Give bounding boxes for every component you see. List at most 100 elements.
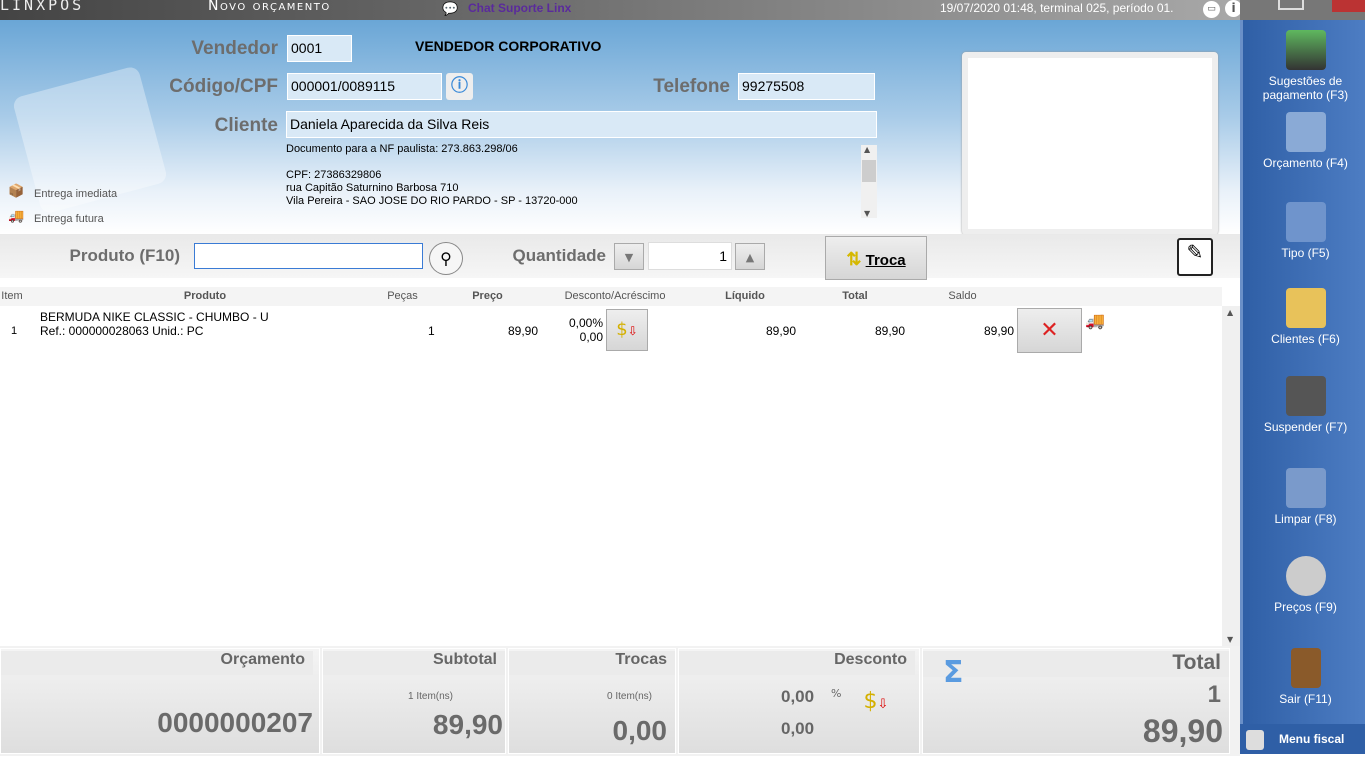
quantidade-label: Quantidade (512, 246, 606, 265)
sidebar-label: Tipo (F5) (1281, 246, 1330, 260)
codigo-cpf-input[interactable]: 000001/0089115 (287, 73, 442, 100)
sugestoes-pagamento-button[interactable]: Sugestões de pagamento (F3) (1243, 30, 1365, 102)
window-controls (1240, 0, 1365, 20)
totals-footer: Orçamento 0000000207 Subtotal 1 Item(ns)… (0, 646, 1240, 756)
trocas-value: 0,00 (612, 715, 668, 746)
quantity-input[interactable]: 1 (648, 242, 732, 270)
vendedor-label: Vendedor (191, 38, 278, 59)
app-logo: LINXPOS (0, 0, 85, 14)
image-preview-panel (962, 52, 1218, 235)
desconto-panel: Desconto 0,00 % 0,00 $⇩ (678, 648, 920, 754)
total-quantity: 1 (1207, 681, 1221, 708)
discount-icon: $⇩ (616, 319, 638, 340)
quantity-increase-button[interactable]: ▲ (735, 243, 765, 270)
payment-icon (1285, 30, 1326, 70)
table-row[interactable]: 1 BERMUDA NIKE CLASSIC - CHUMBO - U Ref.… (0, 306, 1222, 356)
col-total: Total (842, 290, 868, 302)
notes-line: rua Capitão Saturnino Barbosa 710 (286, 182, 459, 194)
telefone-label: Telefone (653, 76, 730, 97)
apply-discount-button[interactable]: $⇩ (606, 309, 648, 351)
orcamento-number: 0000000207 (157, 707, 313, 738)
subtotal-label: Subtotal (323, 651, 505, 675)
entrega-futura-icon: 🚚 (8, 209, 25, 224)
row-total: 89,90 (874, 324, 905, 338)
col-pecas: Peças (387, 290, 418, 302)
sidebar-label: Clientes (F6) (1271, 332, 1340, 346)
session-status: 19/07/2020 01:48, terminal 025, período … (940, 1, 1174, 15)
desconto-value: 0,00 (781, 719, 815, 738)
printer-icon (1246, 730, 1264, 750)
col-saldo: Saldo (948, 290, 977, 302)
row-desc-val: 0,00 (579, 330, 603, 344)
minimize-button[interactable] (1278, 0, 1304, 10)
entrega-futura-option[interactable]: Entrega futura (34, 213, 104, 225)
col-produto: Produto (183, 290, 227, 302)
menu-fiscal-label: Menu fiscal (1279, 732, 1345, 746)
codigo-cpf-label: Código/CPF (169, 76, 278, 97)
table-scrollbar[interactable]: ▲ ▼ (1222, 306, 1240, 646)
desconto-pct: 0,00 (781, 687, 815, 706)
row-saldo: 89,90 (983, 324, 1014, 338)
clientes-button[interactable]: Clientes (F6) (1243, 288, 1365, 346)
sidebar-label: Orçamento (F4) (1263, 156, 1348, 170)
orcamento-button[interactable]: Orçamento (F4) (1243, 112, 1365, 170)
delivery-truck-icon[interactable]: 🚚 (1085, 311, 1105, 330)
sidebar-label: Preços (F9) (1274, 600, 1337, 614)
row-preco: 89,90 (507, 324, 538, 338)
cliente-input[interactable]: Daniela Aparecida da Silva Reis (286, 111, 877, 138)
close-icon: ✕ (1040, 318, 1059, 343)
precos-button[interactable]: Preços (F9) (1243, 556, 1365, 614)
search-product-button[interactable]: ⚲ (429, 242, 463, 275)
row-item: 1 (11, 325, 18, 337)
produto-input[interactable] (194, 243, 423, 269)
tipo-button[interactable]: Tipo (F5) (1243, 202, 1365, 260)
col-desconto: Desconto/Acréscimo (564, 290, 666, 302)
menu-fiscal-button[interactable]: Menu fiscal (1240, 724, 1365, 754)
row-pecas: 1 (428, 324, 435, 338)
notes-line (286, 156, 876, 169)
troca-label: Troca (865, 252, 906, 269)
sidebar-label: Suspender (F7) (1263, 420, 1348, 434)
suspender-button[interactable]: Suspender (F7) (1243, 376, 1365, 434)
cliente-label: Cliente (214, 115, 278, 136)
broom-icon (1285, 468, 1326, 508)
entrega-imediata-icon: 📦 (8, 184, 25, 199)
desconto-label: Desconto (679, 651, 915, 675)
notes-line: Documento para a NF paulista: 273.863.29… (286, 143, 518, 155)
table-header: Item Produto Peças Preço Desconto/Acrésc… (0, 287, 1222, 306)
quantity-decrease-button[interactable]: ▼ (614, 243, 644, 270)
notes-edit-icon[interactable]: ✎ (1177, 238, 1213, 276)
customer-info-button[interactable]: ⓘ (446, 73, 473, 100)
sair-button[interactable]: Sair (F11) (1243, 648, 1365, 706)
col-item: Item (1, 290, 23, 302)
row-produto: BERMUDA NIKE CLASSIC - CHUMBO - U (40, 310, 269, 324)
close-button[interactable] (1332, 0, 1365, 12)
notes-line: CPF: 27386329806 (286, 169, 382, 181)
exit-door-icon (1290, 648, 1321, 688)
folder-users-icon (1285, 288, 1326, 328)
discount-icon: $⇩ (863, 689, 889, 714)
entrega-imediata-option[interactable]: Entrega imediata (34, 188, 117, 200)
sidebar-label: Limpar (F8) (1274, 512, 1337, 526)
remove-item-button[interactable]: ✕ (1017, 308, 1082, 353)
bag-icon (1285, 202, 1326, 242)
customer-notes: Documento para a NF paulista: 273.863.29… (286, 143, 876, 219)
chat-support-link[interactable]: Chat Suporte Linx (468, 1, 571, 15)
title-bar: LINXPOS Novo orçamento 💬 Chat Suporte Li… (0, 0, 1242, 20)
price-search-icon (1285, 556, 1326, 596)
discount-total-button[interactable]: $⇩ (854, 689, 898, 729)
troca-button[interactable]: ⇅ Troca (825, 236, 927, 280)
notes-scrollbar[interactable]: ▲ ▼ (861, 145, 877, 218)
col-liquido: Líquido (725, 290, 765, 302)
remote-icon[interactable]: ▭ (1203, 1, 1220, 18)
telefone-input[interactable]: 99275508 (738, 73, 875, 100)
product-entry-bar: Produto (F10) ⚲ Quantidade ▼ 1 ▲ ⇅ Troca… (0, 234, 1240, 280)
suspend-icon (1285, 376, 1326, 416)
trocas-panel: Trocas 0 Item(ns) 0,00 (508, 648, 676, 754)
total-label: Total (923, 651, 1229, 677)
limpar-button[interactable]: Limpar (F8) (1243, 468, 1365, 526)
row-desc-pct: 0,00% (568, 316, 603, 330)
sigma-icon: Σ (943, 655, 964, 690)
col-preco: Preço (472, 290, 503, 302)
vendedor-input[interactable]: 0001 (287, 35, 352, 62)
